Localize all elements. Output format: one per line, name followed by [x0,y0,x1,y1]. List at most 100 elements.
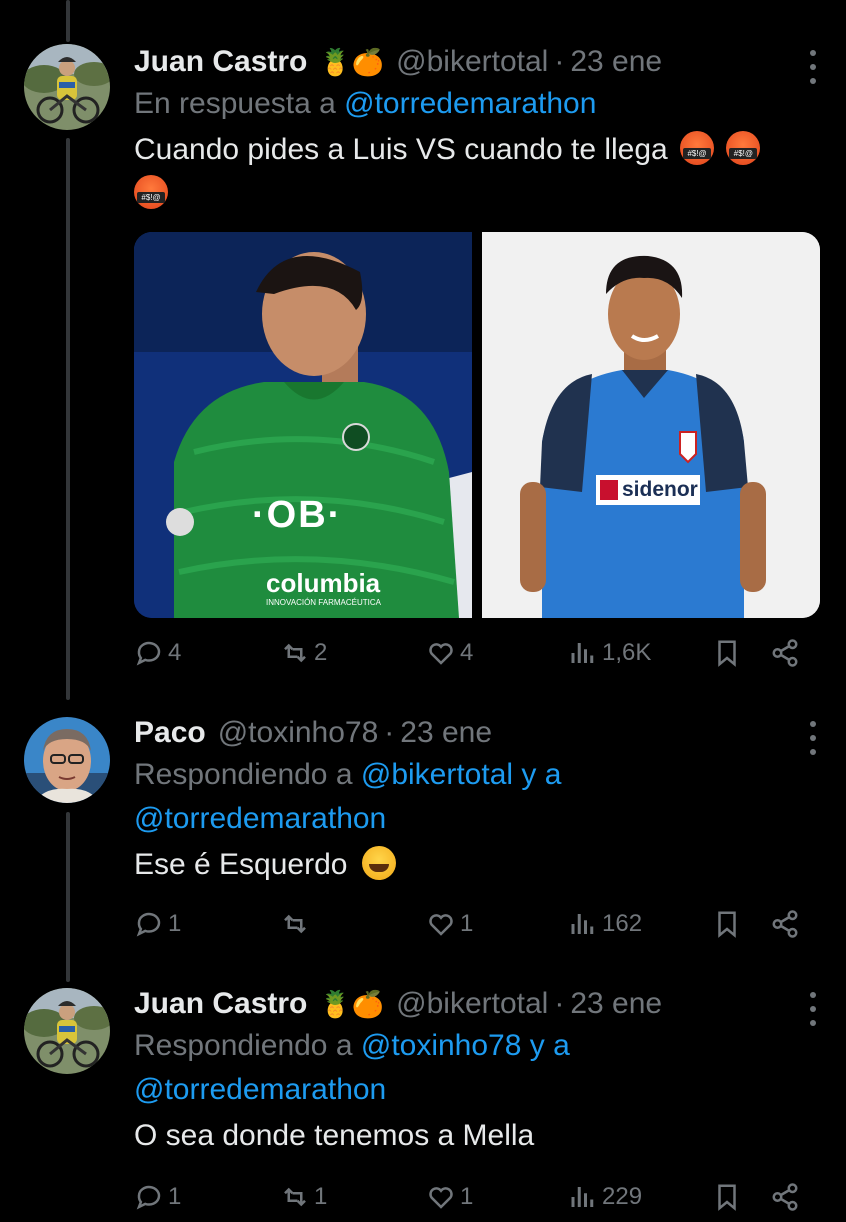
reply-icon [136,912,161,937]
bookmark-icon [718,911,736,938]
tweet-text: Cuando pides a Luis VS cuando te llega [134,128,816,216]
repost-count: 2 [314,639,328,666]
repost-button[interactable]: 1 [280,1182,327,1212]
tweet-body: Ese é Esquerdo [134,848,348,881]
repost-button[interactable]: 2 [280,638,327,668]
views-count: 229 [602,1183,643,1210]
views-count: 1,6K [602,639,652,666]
repost-icon [284,1187,306,1207]
separator-dot: · [554,987,565,1020]
more-icon[interactable] [808,721,818,755]
more-icon[interactable] [808,50,818,84]
share-button[interactable] [770,1182,804,1212]
share-button[interactable] [770,909,804,939]
reply-context: En respuesta a @torredemarathon [134,82,816,126]
like-count: 1 [460,910,474,937]
reply-count: 4 [168,639,182,666]
reply-prefix: Respondiendo a [134,758,353,791]
badge-emoji: 🍍🍊 [319,989,385,1019]
author-name[interactable]: Juan Castro [134,986,307,1022]
author-handle[interactable]: @bikertotal [396,44,548,80]
views-icon [571,914,594,934]
jersey-brand: columbia [266,568,381,598]
reply-icon [136,1185,161,1210]
jersey-tagline: INNOVACIÓN FARMACÉUTICA [266,598,381,607]
media-grid[interactable]: ·OB· columbia INNOVACIÓN FARMACÉUTICA si… [134,232,820,618]
reply-mention[interactable]: @torredemarathon [344,87,596,120]
author-name[interactable]: Paco [134,715,206,751]
tweet-date[interactable]: 23 ene [570,44,662,80]
reply-context: Respondiendo a @toxinho78 y a @torredema… [134,1024,816,1112]
like-button[interactable]: 1 [426,909,473,939]
angry-swearing-emoji [134,175,168,209]
share-icon [772,1183,798,1211]
like-icon [429,914,453,936]
action-bar: 4 2 4 1,6K [134,638,822,678]
grinning-sweat-emoji [361,846,396,880]
angry-swearing-emoji [680,131,715,165]
reply-prefix: Respondiendo a [134,1029,353,1062]
reply-icon [136,641,161,666]
tweet-text: O sea donde tenemos a Mella [134,1114,816,1158]
angry-swearing-emoji [726,131,761,165]
tweet[interactable]: Juan Castro 🍍🍊 @bikertotal · 23 ene Resp… [0,980,846,1211]
views-count: 162 [602,910,643,937]
reply-mention[interactable]: @torredemarathon [134,1073,386,1106]
action-bar: 1 1 162 [134,909,822,949]
like-icon [429,1187,453,1209]
reply-mention[interactable]: @bikertotal [361,758,513,791]
badge-emoji: 🍍🍊 [319,47,385,77]
tweet[interactable]: Paco @toxinho78 · 23 ene Respondiendo a … [0,705,846,980]
reply-prefix: En respuesta a [134,87,336,120]
author-name[interactable]: Juan Castro [134,44,307,80]
like-count: 1 [460,1183,474,1210]
repost-count: 1 [314,1183,328,1210]
bookmark-button[interactable] [712,638,746,668]
bookmark-icon [718,640,736,667]
bookmark-icon [718,1184,736,1211]
separator-dot: · [384,716,395,749]
share-icon [772,639,798,667]
more-icon[interactable] [808,992,818,1026]
reply-count: 1 [168,1183,182,1210]
avatar[interactable] [24,44,110,130]
reply-button[interactable]: 1 [134,909,181,939]
author-handle[interactable]: @toxinho78 [218,715,379,751]
action-bar: 1 1 1 229 [134,1182,822,1222]
tweet-body: Cuando pides a Luis VS cuando te llega [134,133,668,166]
views-button[interactable]: 229 [568,1182,642,1212]
repost-icon [284,914,306,934]
avatar[interactable] [24,988,110,1074]
like-button[interactable]: 1 [426,1182,473,1212]
repost-button[interactable] [280,909,314,939]
reply-and: y a [521,758,562,791]
like-button[interactable]: 4 [426,638,473,668]
bookmark-button[interactable] [712,909,746,939]
jersey-sponsor: ·OB· [252,494,343,536]
reply-context: Respondiendo a @bikertotal y a @torredem… [134,753,816,841]
tweet-date[interactable]: 23 ene [570,986,662,1022]
reply-mention[interactable]: @torredemarathon [134,802,386,835]
reply-and: y a [529,1029,570,1062]
bookmark-button[interactable] [712,1182,746,1212]
share-button[interactable] [770,638,804,668]
photo-player-green[interactable]: ·OB· columbia INNOVACIÓN FARMACÉUTICA [134,232,472,618]
views-icon [571,1187,594,1207]
avatar[interactable] [24,717,110,803]
author-handle[interactable]: @bikertotal [396,986,548,1022]
tweet-body: O sea donde tenemos a Mella [134,1119,535,1152]
views-icon [571,643,594,663]
reply-button[interactable]: 1 [134,1182,181,1212]
like-icon [429,643,453,665]
share-icon [772,910,798,938]
repost-icon [284,643,306,663]
views-button[interactable]: 162 [568,909,642,939]
reply-mention[interactable]: @toxinho78 [361,1029,522,1062]
jersey-sponsor: sidenor [622,478,698,501]
tweet-date[interactable]: 23 ene [400,715,492,751]
reply-button[interactable]: 4 [134,638,181,668]
tweet[interactable]: Juan Castro 🍍🍊 @bikertotal · 23 ene En r… [0,0,846,705]
views-button[interactable]: 1,6K [568,638,651,668]
photo-player-blue[interactable]: sidenor [482,232,820,618]
separator-dot: · [554,45,565,78]
